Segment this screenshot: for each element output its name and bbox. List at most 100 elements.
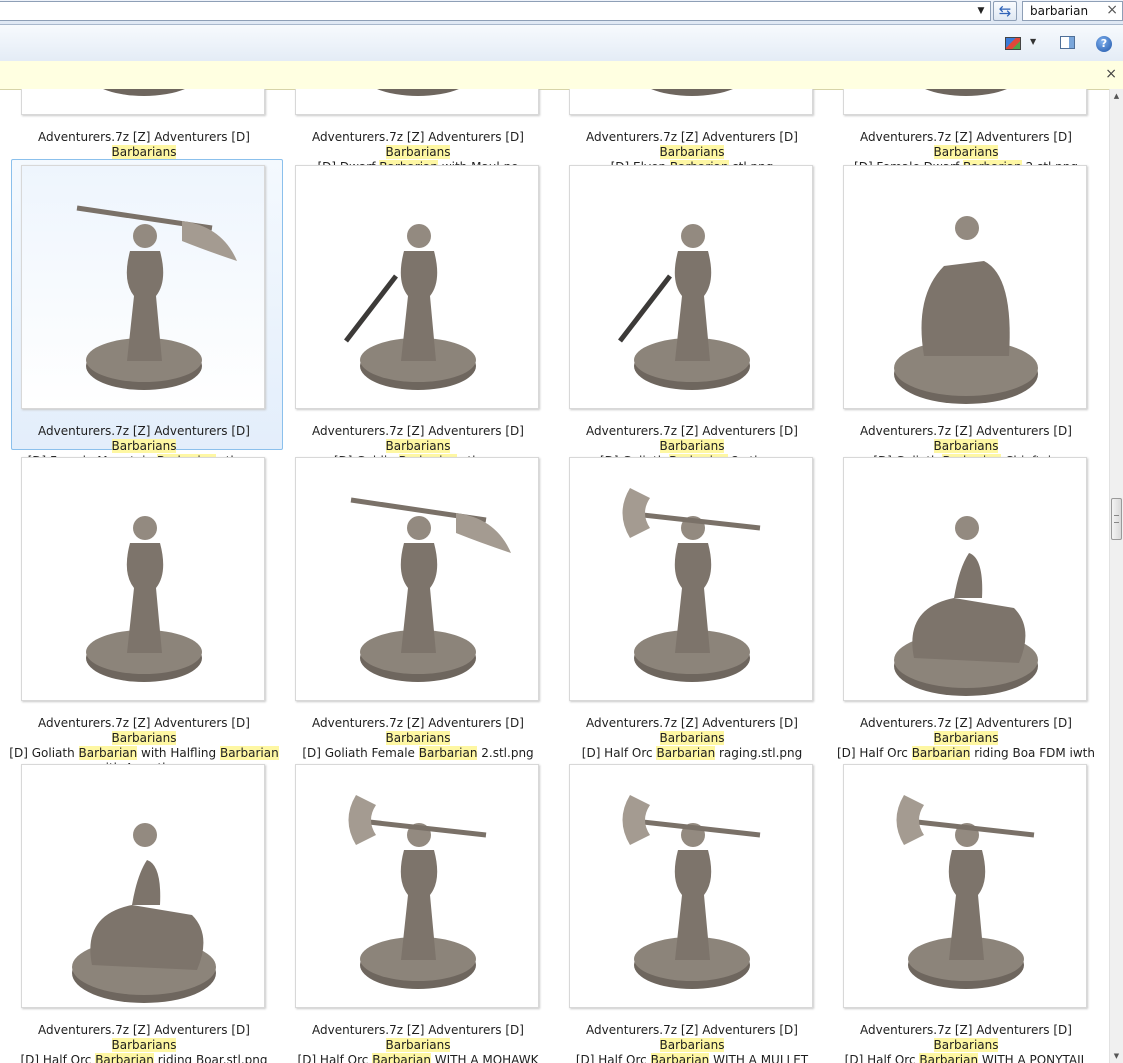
file-thumbnail[interactable] xyxy=(295,457,539,701)
file-name-text: [D] Half Orc xyxy=(575,1053,651,1063)
change-view-icon[interactable] xyxy=(1005,37,1023,51)
file-name-text: 2.stl.png xyxy=(477,746,534,760)
file-name-text: [D] Half Orc xyxy=(581,746,657,760)
file-name-line: Adventurers.7z [Z] Adventurers [D] Barba… xyxy=(283,1023,553,1053)
file-name[interactable]: Adventurers.7z [Z] Adventurers [D] Barba… xyxy=(9,1023,279,1063)
search-match-highlight: Barbarians xyxy=(111,439,177,453)
file-name-line: Adventurers.7z [Z] Adventurers [D] Barba… xyxy=(9,1023,279,1053)
search-match-highlight: Barbarian xyxy=(78,746,138,760)
search-match-highlight: Barbarian xyxy=(650,1053,710,1063)
search-match-highlight: Barbarians xyxy=(111,1038,177,1052)
file-thumbnail[interactable] xyxy=(21,165,265,409)
miniature-figure-image xyxy=(651,89,733,96)
file-thumbnail[interactable] xyxy=(843,764,1087,1008)
refresh-icon: ⇆ xyxy=(998,2,1012,20)
scroll-down-arrow[interactable]: ▼ xyxy=(1110,1049,1123,1063)
file-name-text: raging.stl.png xyxy=(715,746,803,760)
file-name[interactable]: Adventurers.7z [Z] Adventurers [D] Barba… xyxy=(283,716,553,761)
file-name-line: Adventurers.7z [Z] Adventurers [D] Barba… xyxy=(283,716,553,746)
file-thumbnail[interactable] xyxy=(569,764,813,1008)
file-thumbnail[interactable] xyxy=(569,457,813,701)
search-match-highlight: Barbarians xyxy=(659,145,725,159)
miniature-figure-image xyxy=(925,89,1007,96)
refresh-button[interactable]: ⇆ xyxy=(993,1,1017,21)
file-name-text: Adventurers.7z [Z] Adventurers [D] xyxy=(38,716,250,730)
file-name[interactable]: Adventurers.7z [Z] Adventurers [D] Barba… xyxy=(557,716,827,761)
file-name-line: Adventurers.7z [Z] Adventurers [D] Barba… xyxy=(831,1023,1101,1053)
file-name-line: [D] Half Orc Barbarian riding Boar.stl.p… xyxy=(9,1053,279,1063)
view-options-dropdown[interactable]: ▼ xyxy=(1030,37,1036,46)
file-name-text: Adventurers.7z [Z] Adventurers [D] xyxy=(586,130,798,144)
file-thumbnail[interactable] xyxy=(295,165,539,409)
file-name-line: [D] Goliath Barbarian with Halfling Barb… xyxy=(9,746,279,761)
search-match-highlight: Barbarians xyxy=(659,1038,725,1052)
help-icon[interactable]: ? xyxy=(1096,36,1112,52)
file-thumbnail[interactable] xyxy=(295,89,539,115)
miniature-figure-image xyxy=(377,89,459,96)
scrollbar-thumb[interactable] xyxy=(1111,498,1122,540)
file-name-line: Adventurers.7z [Z] Adventurers [D] Barba… xyxy=(283,424,553,454)
file-name-text: [D] Half Orc xyxy=(844,1053,920,1063)
search-match-highlight: Barbarians xyxy=(659,439,725,453)
search-match-highlight: Barbarians xyxy=(933,145,999,159)
search-match-highlight: Barbarians xyxy=(933,1038,999,1052)
scroll-up-arrow[interactable]: ▲ xyxy=(1110,89,1123,103)
file-thumbnail[interactable] xyxy=(569,89,813,115)
search-match-highlight: Barbarian xyxy=(418,746,478,760)
close-info-bar-button[interactable]: × xyxy=(1105,66,1117,82)
file-name-line: Adventurers.7z [Z] Adventurers [D] Barba… xyxy=(831,130,1101,160)
miniature-figure-image xyxy=(72,823,216,1003)
file-name-text: Adventurers.7z [Z] Adventurers [D] xyxy=(860,130,1072,144)
file-name-line: Adventurers.7z [Z] Adventurers [D] Barba… xyxy=(9,130,279,160)
file-name-text: Adventurers.7z [Z] Adventurers [D] xyxy=(586,1023,798,1037)
file-name-line: Adventurers.7z [Z] Adventurers [D] Barba… xyxy=(9,424,279,454)
file-name-line: Adventurers.7z [Z] Adventurers [D] Barba… xyxy=(557,1023,827,1053)
file-thumbnail[interactable] xyxy=(21,764,265,1008)
file-thumbnail[interactable] xyxy=(843,165,1087,409)
vertical-scrollbar[interactable]: ▲ ▼ xyxy=(1109,89,1123,1063)
file-name-text: Adventurers.7z [Z] Adventurers [D] xyxy=(38,1023,250,1037)
file-name-line: [D] Goliath Female Barbarian 2.stl.png xyxy=(283,746,553,761)
file-name-line: [D] Half Orc Barbarian WITH A PONYTAIL xyxy=(831,1053,1101,1063)
search-match-highlight: Barbarians xyxy=(385,1038,451,1052)
file-name-text: with Halfling xyxy=(137,746,220,760)
file-name-text: [D] Half Orc xyxy=(20,1053,96,1063)
file-name-line: Adventurers.7z [Z] Adventurers [D] Barba… xyxy=(283,130,553,160)
file-name-line: Adventurers.7z [Z] Adventurers [D] Barba… xyxy=(831,424,1101,454)
file-thumbnail[interactable] xyxy=(295,764,539,1008)
file-name-text: [D] Half Orc xyxy=(836,746,912,760)
miniature-figure-image xyxy=(894,216,1038,404)
file-name-text: Adventurers.7z [Z] Adventurers [D] xyxy=(312,1023,524,1037)
file-name-text: Adventurers.7z [Z] Adventurers [D] xyxy=(312,424,524,438)
address-bar[interactable]: ▼ xyxy=(0,1,991,21)
file-name[interactable]: Adventurers.7z [Z] Adventurers [D] Barba… xyxy=(831,1023,1101,1063)
file-thumbnail[interactable] xyxy=(843,89,1087,115)
file-thumbnail[interactable] xyxy=(21,457,265,701)
file-name-text: riding Boar.stl.png xyxy=(153,1053,268,1063)
clear-search-button[interactable]: × xyxy=(1106,2,1118,18)
miniature-figure-image xyxy=(103,89,185,96)
miniature-figure-image xyxy=(894,516,1038,696)
file-name-text: Adventurers.7z [Z] Adventurers [D] xyxy=(586,716,798,730)
search-match-highlight: Barbarians xyxy=(385,145,451,159)
miniature-figure-image xyxy=(350,497,511,682)
file-thumbnail[interactable] xyxy=(569,165,813,409)
chevron-down-icon[interactable]: ▼ xyxy=(974,4,988,18)
search-match-highlight: Barbarians xyxy=(385,439,451,453)
file-thumbnail[interactable] xyxy=(21,89,265,115)
preview-pane-icon[interactable] xyxy=(1060,36,1075,49)
file-name[interactable]: Adventurers.7z [Z] Adventurers [D] Barba… xyxy=(283,1023,553,1063)
file-thumbnail[interactable] xyxy=(843,457,1087,701)
file-grid: Adventurers.7z [Z] Adventurers [D] Barba… xyxy=(0,89,1109,1063)
file-name-text: [D] Goliath xyxy=(9,746,79,760)
command-toolbar: ▼ ? xyxy=(0,25,1123,62)
search-input[interactable]: barbarian × xyxy=(1022,1,1123,21)
miniature-figure-image xyxy=(344,224,476,390)
file-name-text: WITH A MOHAWK xyxy=(430,1053,539,1063)
miniature-figure-image xyxy=(622,795,761,989)
file-name[interactable]: Adventurers.7z [Z] Adventurers [D] Barba… xyxy=(557,1023,827,1063)
search-match-highlight: Barbarians xyxy=(385,731,451,745)
search-match-highlight: Barbarians xyxy=(111,731,177,745)
file-name-text: Adventurers.7z [Z] Adventurers [D] xyxy=(586,424,798,438)
file-name-text: Adventurers.7z [Z] Adventurers [D] xyxy=(860,424,1072,438)
